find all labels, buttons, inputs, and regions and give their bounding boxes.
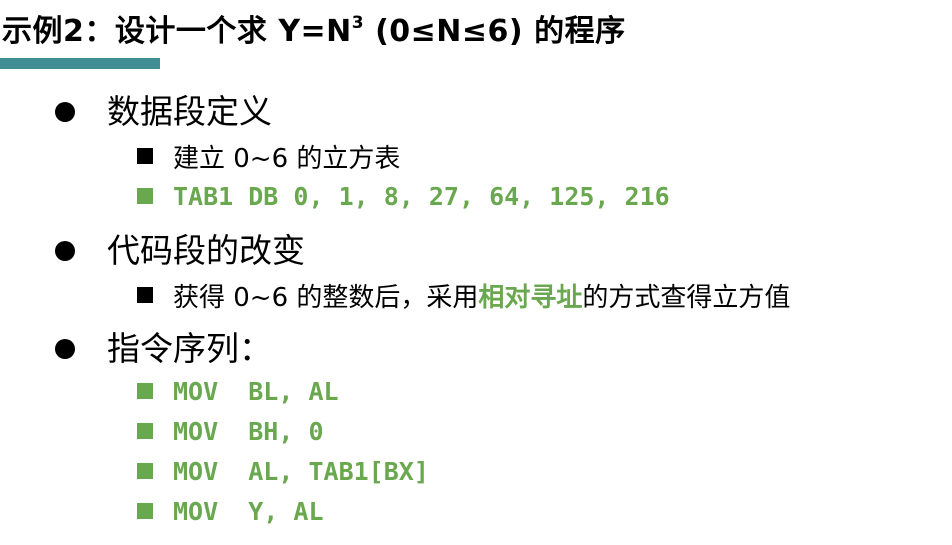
sub-item-text: 建立 0~6 的立方表	[173, 143, 401, 174]
square-bullet-icon	[137, 148, 153, 164]
title-tail: (0≤N≤6) 的程序	[364, 14, 626, 49]
bullet-heading: 代码段的改变	[107, 231, 305, 270]
bullet-dot-icon	[55, 102, 75, 122]
code-line: MOV Y, AL	[173, 496, 324, 526]
sub-item-code: MOV AL, TAB1[BX]	[137, 455, 429, 487]
bullet-dot-icon	[55, 241, 75, 261]
highlight-relative-addressing: 相对寻址	[478, 282, 583, 313]
sub-item: 建立 0~6 的立方表	[137, 140, 401, 174]
text-after: 的方式查得立方值	[582, 282, 791, 313]
title-main: 示例2：设计一个求 Y=N	[2, 14, 352, 49]
sub-item-text: 获得 0~6 的整数后，采用相对寻址的方式查得立方值	[173, 277, 790, 314]
text-before: 获得 0~6 的整数后，采用	[173, 282, 479, 313]
code-line: TAB1 DB 0, 1, 8, 27, 64, 125, 216	[173, 181, 670, 211]
bullet-heading: 指令序列：	[107, 329, 272, 368]
square-bullet-icon	[137, 383, 153, 399]
bullet-data-segment: 数据段定义	[55, 92, 272, 132]
square-bullet-icon	[137, 503, 153, 519]
sub-item: 获得 0~6 的整数后，采用相对寻址的方式查得立方值	[137, 277, 790, 314]
bullet-heading: 数据段定义	[107, 92, 272, 131]
sub-item-code: MOV BL, AL	[137, 375, 339, 407]
square-bullet-icon	[137, 287, 153, 303]
code-line: MOV BL, AL	[173, 376, 339, 406]
bullet-code-segment: 代码段的改变	[55, 231, 305, 271]
title-superscript: 3	[351, 13, 365, 33]
code-line: MOV BH, 0	[173, 416, 324, 446]
sub-item-code: MOV Y, AL	[137, 495, 324, 527]
bullet-dot-icon	[55, 339, 75, 359]
square-bullet-icon	[137, 188, 153, 204]
slide-title: 示例2：设计一个求 Y=N3 (0≤N≤6) 的程序	[2, 6, 626, 50]
square-bullet-icon	[137, 463, 153, 479]
square-bullet-icon	[137, 423, 153, 439]
title-underline-bar	[0, 58, 160, 69]
sub-item-code: TAB1 DB 0, 1, 8, 27, 64, 125, 216	[137, 180, 670, 212]
sub-item-code: MOV BH, 0	[137, 415, 324, 447]
code-line: MOV AL, TAB1[BX]	[173, 456, 429, 486]
bullet-instruction-sequence: 指令序列：	[55, 329, 272, 369]
